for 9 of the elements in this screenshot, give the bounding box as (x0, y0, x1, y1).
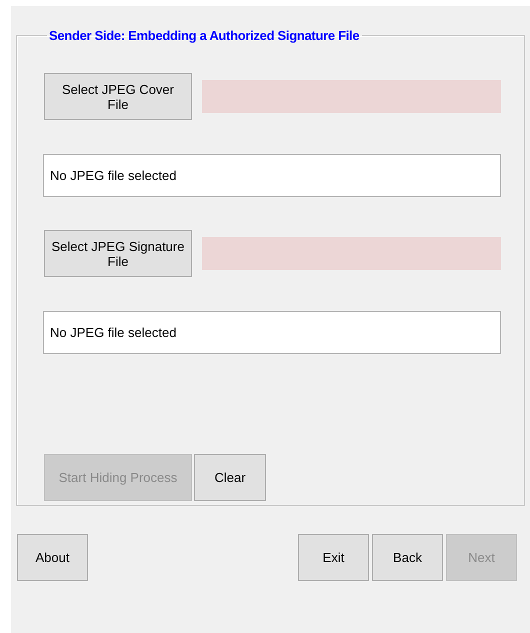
path-field[interactable]: No JPEG file selected (43, 154, 501, 197)
button[interactable]: Select JPEG Signature File (44, 230, 192, 277)
button[interactable]: About (17, 534, 88, 581)
button[interactable]: Clear (194, 454, 266, 501)
button[interactable]: Exit (298, 534, 369, 581)
path-field[interactable]: No JPEG file selected (43, 311, 501, 354)
button[interactable]: Back (372, 534, 443, 581)
button[interactable]: Select JPEG Cover File (44, 73, 192, 120)
group-title: Sender Side: Embedding a Authorized Signature File (48, 28, 360, 43)
